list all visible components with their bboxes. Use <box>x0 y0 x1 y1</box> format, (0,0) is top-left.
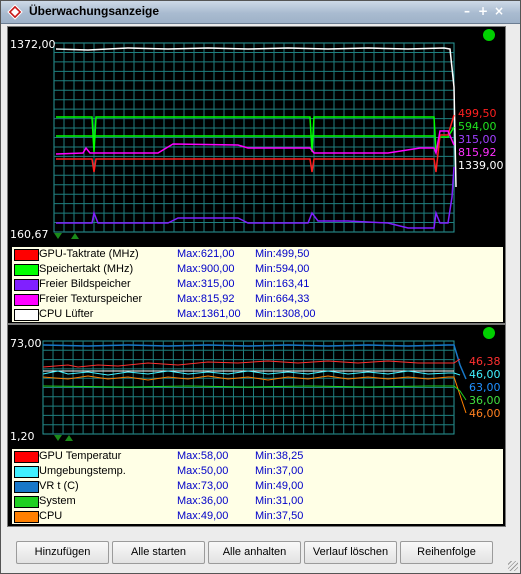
scroll-up-marker-icon[interactable] <box>71 233 79 239</box>
legend-swatch <box>14 511 39 523</box>
axis-bottom-value: 1,20 <box>10 430 35 443</box>
legend-max: Max:50,00 <box>177 465 229 477</box>
monitor-panel-temperatures: 73,00 1,20 46,38 46,00 63,00 36,00 46,00… <box>7 324 506 527</box>
series-ambient-temp-line <box>42 370 461 376</box>
legend-swatch <box>14 451 39 463</box>
legend-min: Min:37,50 <box>255 510 304 522</box>
legend-row-cpu-temp[interactable]: CPU Max:49,00 Min:37,50 <box>12 509 503 524</box>
legend-max: Max:1361,00 <box>177 308 241 320</box>
legend-swatch <box>14 294 39 306</box>
legend-min: Min:1308,00 <box>255 308 316 320</box>
stop-all-button[interactable]: Alle anhalten <box>208 541 301 564</box>
legend-min: Min:31,00 <box>255 495 304 507</box>
legend-name: VR t (C) <box>39 480 79 492</box>
current-value-cpu-fan: 1339,00 <box>458 159 504 172</box>
legend-min: Min:38,25 <box>255 450 304 462</box>
legend-min: Min:499,50 <box>255 248 310 260</box>
vertical-scrollbar[interactable] <box>509 26 519 531</box>
legend-swatch <box>14 496 39 508</box>
scroll-down-marker-icon[interactable] <box>54 435 62 441</box>
current-value-frame-memory: 315,00 <box>458 133 497 146</box>
close-icon[interactable]: × <box>492 5 506 18</box>
current-value-texture-memory: 815,92 <box>458 146 497 159</box>
legend-temperatures: GPU Temperatur Max:58,00 Min:38,25 Umgeb… <box>11 448 504 525</box>
legend-max: Max:36,00 <box>177 495 229 507</box>
current-value-gpu-temp: 46,38 <box>469 355 501 368</box>
current-value-gpu-clock: 499,50 <box>458 107 497 120</box>
series-system-temp-line <box>42 385 467 401</box>
legend-swatch <box>14 279 39 291</box>
current-value-system-temp: 36,00 <box>469 394 501 407</box>
legend-row-system-temp[interactable]: System Max:36,00 Min:31,00 <box>12 494 503 509</box>
legend-row-ambient-temp[interactable]: Umgebungstemp. Max:50,00 Min:37,00 <box>12 464 503 479</box>
legend-min: Min:37,00 <box>255 465 304 477</box>
legend-name: GPU-Taktrate (MHz) <box>39 248 139 260</box>
legend-name: Umgebungstemp. <box>39 465 126 477</box>
current-value-ambient-temp: 46,00 <box>469 368 501 381</box>
legend-min: Min:594,00 <box>255 263 310 275</box>
legend-max: Max:49,00 <box>177 510 229 522</box>
window-title: Überwachungsanzeige <box>29 4 160 18</box>
legend-row-cpu-fan[interactable]: CPU Lüfter Max:1361,00 Min:1308,00 <box>12 307 503 322</box>
add-button[interactable]: Hinzufügen <box>16 541 109 564</box>
legend-clock-memory: GPU-Taktrate (MHz) Max:621,00 Min:499,50… <box>11 246 504 323</box>
status-indicator-icon <box>483 327 495 339</box>
clear-history-button[interactable]: Verlauf löschen <box>304 541 397 564</box>
legend-max: Max:815,92 <box>177 293 235 305</box>
legend-row-vr-temp[interactable]: VR t (C) Max:73,00 Min:49,00 <box>12 479 503 494</box>
legend-name: Freier Bildspeicher <box>39 278 131 290</box>
legend-max: Max:73,00 <box>177 480 229 492</box>
axis-top-value: 1372,00 <box>10 38 56 51</box>
scroll-up-marker-icon[interactable] <box>65 435 73 441</box>
legend-max: Max:315,00 <box>177 278 235 290</box>
axis-bottom-value: 160,67 <box>10 228 49 241</box>
minimize-icon[interactable]: – <box>460 5 474 18</box>
series-gpu-temp-line <box>42 358 461 368</box>
app-logo-icon <box>7 4 23 20</box>
current-value-vr-temp: 63,00 <box>469 381 501 394</box>
legend-row-gpu-temp[interactable]: GPU Temperatur Max:58,00 Min:38,25 <box>12 449 503 464</box>
current-value-cpu-temp: 46,00 <box>469 407 501 420</box>
legend-row-frame-memory[interactable]: Freier Bildspeicher Max:315,00 Min:163,4… <box>12 277 503 292</box>
legend-swatch <box>14 264 39 276</box>
title-bar[interactable]: Überwachungsanzeige – + × <box>1 1 520 24</box>
maximize-icon[interactable]: + <box>476 5 490 18</box>
legend-max: Max:900,00 <box>177 263 235 275</box>
legend-swatch <box>14 249 39 261</box>
legend-swatch <box>14 466 39 478</box>
legend-name: Speichertakt (MHz) <box>39 263 134 275</box>
legend-name: Freier Texturspeicher <box>39 293 143 305</box>
legend-max: Max:621,00 <box>177 248 235 260</box>
legend-min: Min:49,00 <box>255 480 304 492</box>
resize-grip-icon[interactable] <box>508 561 518 571</box>
legend-name: System <box>39 495 76 507</box>
legend-row-memory-clock[interactable]: Speichertakt (MHz) Max:900,00 Min:594,00 <box>12 262 503 277</box>
monitoring-window: Überwachungsanzeige – + × 1372,00 160,67… <box>0 0 521 574</box>
start-all-button[interactable]: Alle starten <box>112 541 205 564</box>
axis-top-value: 73,00 <box>10 337 42 350</box>
legend-min: Min:664,33 <box>255 293 310 305</box>
legend-swatch <box>14 309 39 321</box>
scroll-down-marker-icon[interactable] <box>54 233 62 239</box>
current-value-memory-clock: 594,00 <box>458 120 497 133</box>
legend-row-gpu-clock[interactable]: GPU-Taktrate (MHz) Max:621,00 Min:499,50 <box>12 247 503 262</box>
legend-name: CPU Lüfter <box>39 308 94 320</box>
status-indicator-icon <box>483 29 495 41</box>
legend-min: Min:163,41 <box>255 278 310 290</box>
legend-name: CPU <box>39 510 63 522</box>
series-cpu-temp-line <box>42 375 467 414</box>
legend-name: GPU Temperatur <box>39 450 122 462</box>
legend-max: Max:58,00 <box>177 450 229 462</box>
legend-swatch <box>14 481 39 493</box>
legend-row-texture-memory[interactable]: Freier Texturspeicher Max:815,92 Min:664… <box>12 292 503 307</box>
order-button[interactable]: Reihenfolge <box>400 541 493 564</box>
monitor-panel-clock-memory: 1372,00 160,67 499,50 594,00 315,00 815,… <box>7 26 506 324</box>
